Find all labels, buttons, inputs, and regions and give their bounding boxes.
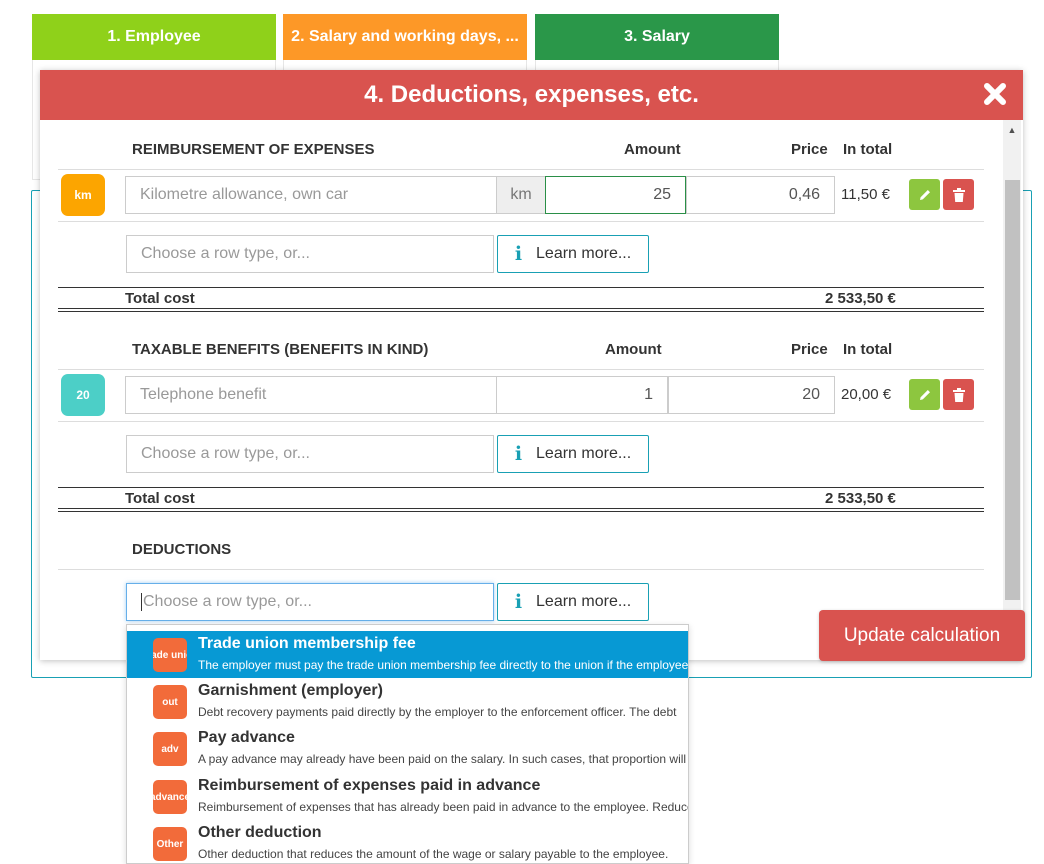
divider xyxy=(58,569,984,570)
benefits-total-row: Total cost 2 533,50 € xyxy=(58,487,984,512)
deductions-learn-more-button[interactable]: i Learn more... xyxy=(497,583,649,621)
benefit-row-name[interactable]: Telephone benefit xyxy=(125,376,497,414)
dropdown-option-trade-union[interactable]: Trade union Trade union membership fee T… xyxy=(127,631,689,678)
scrollbar-thumb[interactable] xyxy=(1005,180,1020,600)
option-description: Debt recovery payments paid directly by … xyxy=(198,705,677,719)
divider xyxy=(58,221,984,222)
total-label: Total cost xyxy=(125,490,195,507)
info-icon: i xyxy=(514,443,523,465)
benefits-col-total: In total xyxy=(843,341,893,358)
modal-title: 4. Deductions, expenses, etc. xyxy=(364,81,699,108)
divider xyxy=(58,369,984,370)
expense-amount-input[interactable]: 25 xyxy=(545,176,686,214)
row-type-dropdown: Trade union Trade union membership fee T… xyxy=(126,624,689,864)
delete-button[interactable] xyxy=(943,179,974,210)
deductions-modal: 4. Deductions, expenses, etc. REIMBURSEM… xyxy=(40,70,1023,660)
dropdown-option-other-deduction[interactable]: Other Other deduction Other deduction th… xyxy=(127,820,688,863)
option-title: Pay advance xyxy=(198,729,295,746)
option-title: Other deduction xyxy=(198,824,322,841)
total-value: 2 533,50 € xyxy=(825,490,896,507)
scroll-up-arrow-icon[interactable]: ▲ xyxy=(1003,120,1021,140)
learn-more-label: Learn more... xyxy=(536,245,632,262)
deductions-section-title: DEDUCTIONS xyxy=(132,541,232,558)
row-type-badge: km xyxy=(61,174,105,216)
delete-button[interactable] xyxy=(943,379,974,410)
option-badge: advance xyxy=(153,780,187,814)
divider xyxy=(58,421,984,422)
pencil-icon xyxy=(919,189,930,200)
expenses-row-type-chooser[interactable]: Choose a row type, or... xyxy=(126,235,494,273)
benefit-amount-input[interactable]: 1 xyxy=(496,376,668,414)
deductions-row-type-chooser[interactable]: Choose a row type, or... xyxy=(126,583,494,621)
dropdown-option-garnishment[interactable]: out Garnishment (employer) Debt recovery… xyxy=(127,678,688,725)
expense-row-name[interactable]: Kilometre allowance, own car xyxy=(125,176,497,214)
text-caret xyxy=(141,593,142,611)
expenses-learn-more-button[interactable]: i Learn more... xyxy=(497,235,649,273)
option-title: Garnishment (employer) xyxy=(198,682,383,699)
step-tab-employee[interactable]: 1. Employee xyxy=(32,14,276,60)
option-title: Reimbursement of expenses paid in advanc… xyxy=(198,777,541,794)
divider xyxy=(58,169,984,170)
step-tab-salary[interactable]: 3. Salary xyxy=(535,14,779,60)
expenses-section-title: REIMBURSEMENT OF EXPENSES xyxy=(132,141,375,158)
edit-button[interactable] xyxy=(909,379,940,410)
expenses-total-row: Total cost 2 533,50 € xyxy=(58,287,984,312)
row-type-badge: 20 xyxy=(61,374,105,416)
option-badge: out xyxy=(153,685,187,719)
total-label: Total cost xyxy=(125,290,195,307)
deductions-chooser-placeholder: Choose a row type, or... xyxy=(143,593,312,610)
benefits-learn-more-button[interactable]: i Learn more... xyxy=(497,435,649,473)
option-description: The employer must pay the trade union me… xyxy=(198,658,689,672)
option-badge: Other xyxy=(153,827,187,861)
learn-more-label: Learn more... xyxy=(536,593,632,610)
benefit-price-input[interactable]: 20 xyxy=(668,376,835,414)
close-icon[interactable] xyxy=(981,80,1009,108)
expense-row-total: 11,50 € xyxy=(841,186,890,203)
modal-body: REIMBURSEMENT OF EXPENSES Amount Price I… xyxy=(40,120,1023,660)
expenses-col-amount: Amount xyxy=(624,141,681,158)
option-badge: adv xyxy=(153,732,187,766)
option-description: Reimbursement of expenses that has alrea… xyxy=(198,800,689,814)
modal-header: 4. Deductions, expenses, etc. xyxy=(40,70,1023,120)
option-description: A pay advance may already have been paid… xyxy=(198,752,687,766)
total-value: 2 533,50 € xyxy=(825,290,896,307)
step-tab-salary-working-days[interactable]: 2. Salary and working days, ... xyxy=(283,14,527,60)
update-calculation-button[interactable]: Update calculation xyxy=(819,610,1025,661)
dropdown-option-pay-advance[interactable]: adv Pay advance A pay advance may alread… xyxy=(127,725,688,772)
trash-icon xyxy=(952,387,965,402)
benefits-section-title: TAXABLE BENEFITS (BENEFITS IN KIND) xyxy=(132,341,429,358)
benefits-col-price: Price xyxy=(791,341,828,358)
learn-more-label: Learn more... xyxy=(536,445,632,462)
dropdown-option-reimbursement-advance[interactable]: advance Reimbursement of expenses paid i… xyxy=(127,773,689,820)
option-title: Trade union membership fee xyxy=(198,635,416,652)
pencil-icon xyxy=(919,389,930,400)
benefits-row-type-chooser[interactable]: Choose a row type, or... xyxy=(126,435,494,473)
edit-button[interactable] xyxy=(909,179,940,210)
expenses-col-total: In total xyxy=(843,141,893,158)
expenses-col-price: Price xyxy=(791,141,828,158)
benefits-col-amount: Amount xyxy=(605,341,662,358)
option-badge: Trade union xyxy=(153,638,187,672)
info-icon: i xyxy=(514,591,523,613)
benefit-row-total: 20,00 € xyxy=(841,386,892,403)
expense-unit-addon: km xyxy=(496,176,546,214)
info-icon: i xyxy=(514,243,523,265)
expense-price-input[interactable]: 0,46 xyxy=(686,176,835,214)
trash-icon xyxy=(952,187,965,202)
